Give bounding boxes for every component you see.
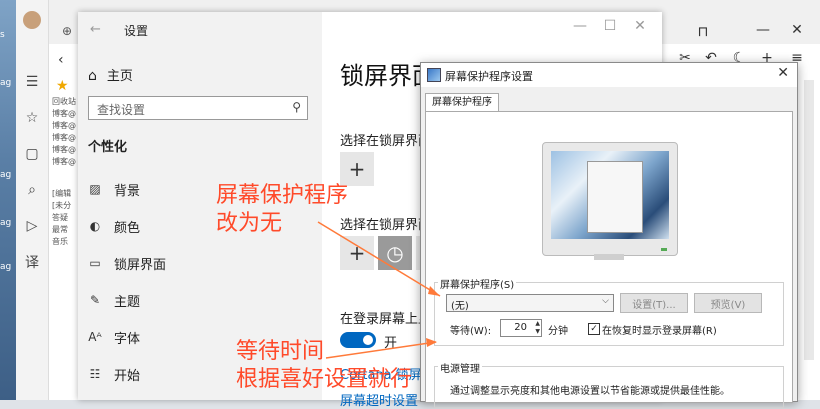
annotation-line: 改为无 (216, 211, 283, 236)
arrowhead-2 (426, 338, 437, 347)
annotation-line: 等待时间 (236, 339, 325, 364)
annotation-screensaver: 屏幕保护程序 改为无 (216, 182, 348, 238)
annotation-line: 屏幕保护程序 (216, 183, 349, 208)
arrowhead-1 (428, 286, 440, 296)
annotation-wait-time: 等待时间 根据喜好设置就行 (236, 338, 412, 394)
annotation-line: 根据喜好设置就行 (236, 367, 413, 392)
